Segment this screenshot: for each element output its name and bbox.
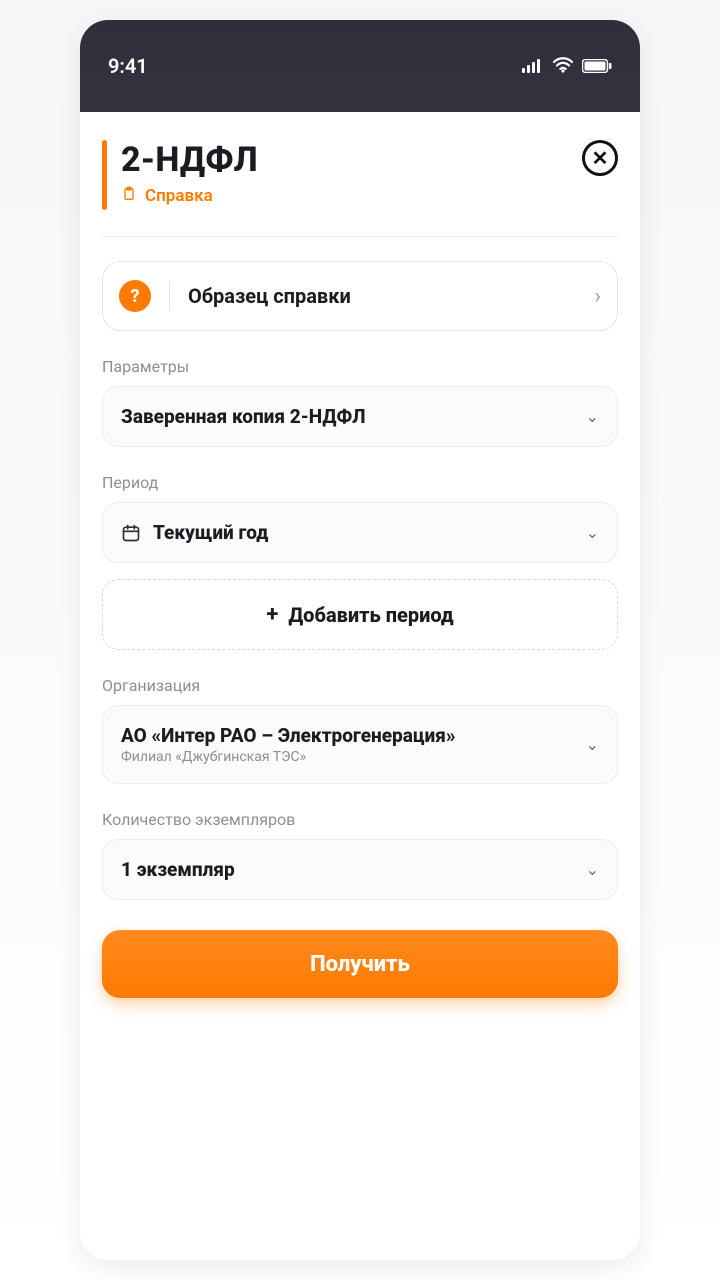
title-block: 2-НДФЛ Справка xyxy=(121,140,582,206)
close-icon: ✕ xyxy=(592,148,609,168)
org-value: АО «Интер РАО – Электрогенерация» xyxy=(121,724,586,747)
chevron-down-icon: ⌄ xyxy=(586,735,599,754)
copies-select[interactable]: 1 экземпляр ⌄ xyxy=(102,839,618,900)
sample-reference-button[interactable]: ? Образец справки › xyxy=(102,261,618,331)
plus-icon: + xyxy=(266,602,278,627)
chevron-right-icon: › xyxy=(594,284,601,309)
params-select[interactable]: Заверенная копия 2-НДФЛ ⌄ xyxy=(102,386,618,447)
org-select[interactable]: АО «Интер РАО – Электрогенерация» Филиал… xyxy=(102,705,618,784)
chevron-down-icon: ⌄ xyxy=(586,407,599,426)
wifi-icon xyxy=(552,54,574,78)
subtitle-row: Справка xyxy=(121,186,582,206)
battery-icon xyxy=(582,54,612,78)
vertical-separator xyxy=(169,281,170,311)
close-button[interactable]: ✕ xyxy=(582,140,618,176)
status-bar: 9:41 xyxy=(80,20,640,112)
device-frame: 9:41 2-НДФЛ xyxy=(0,0,720,1280)
org-label: Организация xyxy=(102,676,618,695)
header: 2-НДФЛ Справка ✕ xyxy=(102,140,618,210)
copies-value: 1 экземпляр xyxy=(121,858,586,881)
question-icon: ? xyxy=(119,280,151,312)
divider xyxy=(102,236,618,237)
chevron-down-icon: ⌄ xyxy=(586,523,599,542)
page-title: 2-НДФЛ xyxy=(121,140,582,180)
org-branch: Филиал «Джубгинская ТЭС» xyxy=(121,749,586,765)
params-label: Параметры xyxy=(102,357,618,376)
period-label: Период xyxy=(102,473,618,492)
period-select[interactable]: Текущий год ⌄ xyxy=(102,502,618,563)
chevron-down-icon: ⌄ xyxy=(586,860,599,879)
submit-button[interactable]: Получить xyxy=(102,930,618,998)
submit-label: Получить xyxy=(310,952,410,977)
add-period-label: Добавить период xyxy=(288,603,453,627)
accent-bar xyxy=(102,140,107,210)
period-value: Текущий год xyxy=(153,521,586,544)
sample-reference-label: Образец справки xyxy=(188,284,594,308)
copies-label: Количество экземпляров xyxy=(102,810,618,829)
clipboard-icon xyxy=(121,186,137,206)
cellular-icon xyxy=(522,54,544,78)
content-sheet: 2-НДФЛ Справка ✕ ? Образец справки xyxy=(80,112,640,1260)
add-period-button[interactable]: + Добавить период xyxy=(102,579,618,650)
phone-frame: 9:41 2-НДФЛ xyxy=(80,20,640,1260)
page-subtitle: Справка xyxy=(145,186,213,206)
status-time: 9:41 xyxy=(108,54,148,78)
calendar-icon xyxy=(121,523,141,543)
status-indicators xyxy=(522,54,612,78)
params-value: Заверенная копия 2-НДФЛ xyxy=(121,405,586,428)
